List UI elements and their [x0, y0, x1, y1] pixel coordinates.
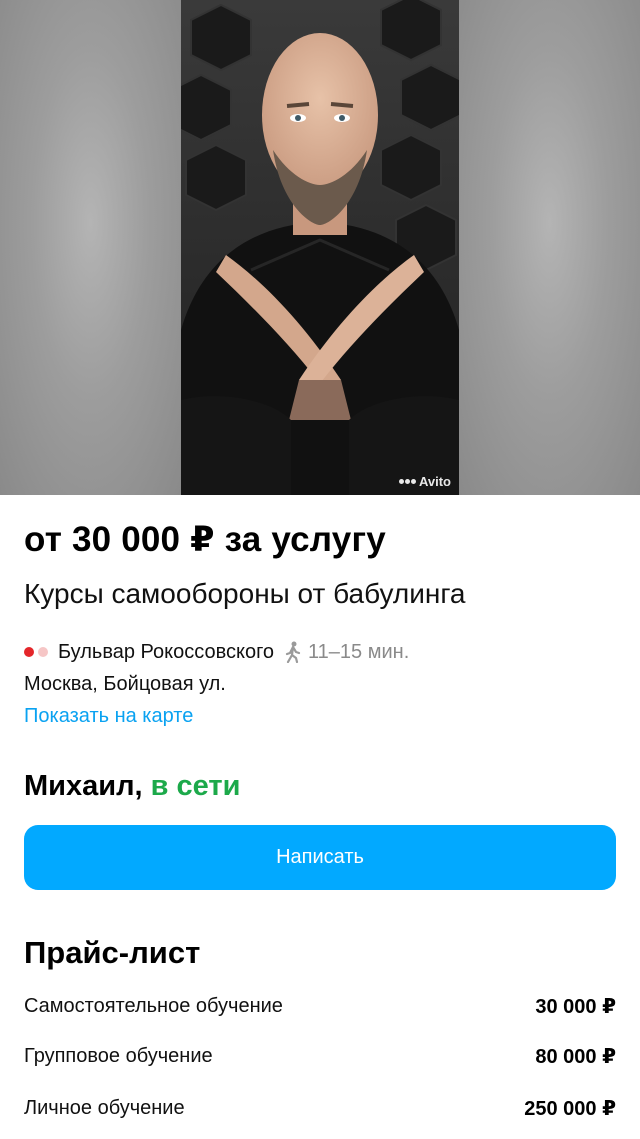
price-item-value: 80 000 ₽: [535, 1045, 616, 1068]
price-list-row: Личное обучение 250 000 ₽: [24, 1093, 616, 1123]
avito-watermark: Avito: [398, 474, 451, 489]
seller-name: Михаил,: [24, 770, 143, 802]
photo-blur-backdrop-right: [459, 0, 640, 495]
price-item-name: Самостоятельное обучение: [24, 994, 283, 1017]
write-message-button[interactable]: Написать: [24, 825, 616, 890]
walk-time: 11–15 мин.: [308, 640, 410, 663]
metro-dot-pink: [38, 647, 48, 657]
price-item-name: Личное обучение: [24, 1096, 185, 1119]
metro-line-icon: [24, 647, 48, 657]
metro-dot-red: [24, 647, 34, 657]
price-item-name: Групповое обучение: [24, 1044, 213, 1067]
address: Москва, Бойцовая ул.: [24, 673, 226, 695]
portrait-illustration: [181, 0, 459, 495]
show-on-map-link[interactable]: Показать на карте: [24, 705, 193, 728]
listing-photo[interactable]: Avito: [181, 0, 459, 495]
price-list-row: Самостоятельное обучение 30 000 ₽: [24, 991, 616, 1021]
price-list-title: Прайс-лист: [24, 935, 201, 970]
walking-person-icon: [284, 641, 302, 664]
watermark-text: Avito: [418, 474, 451, 489]
photo-gallery[interactable]: Avito: [0, 0, 640, 495]
price-item-value: 30 000 ₽: [535, 995, 616, 1018]
photo-blur-backdrop-left: [0, 0, 181, 495]
price-item-value: 250 000 ₽: [524, 1097, 616, 1120]
avito-logo-icon: [398, 479, 416, 484]
listing-title: Курсы самообороны от бабулинга: [24, 578, 466, 609]
metro-station: Бульвар Рокоссовского: [58, 640, 275, 663]
listing-price: от 30 000 ₽ за услугу: [24, 520, 386, 559]
seller-info[interactable]: Михаил, в сети: [24, 770, 240, 803]
price-list-row: Групповое обучение 80 000 ₽: [24, 1041, 616, 1071]
online-status: в сети: [150, 770, 241, 802]
metro-location: Бульвар Рокоссовского 11–15 мин.: [24, 638, 409, 666]
